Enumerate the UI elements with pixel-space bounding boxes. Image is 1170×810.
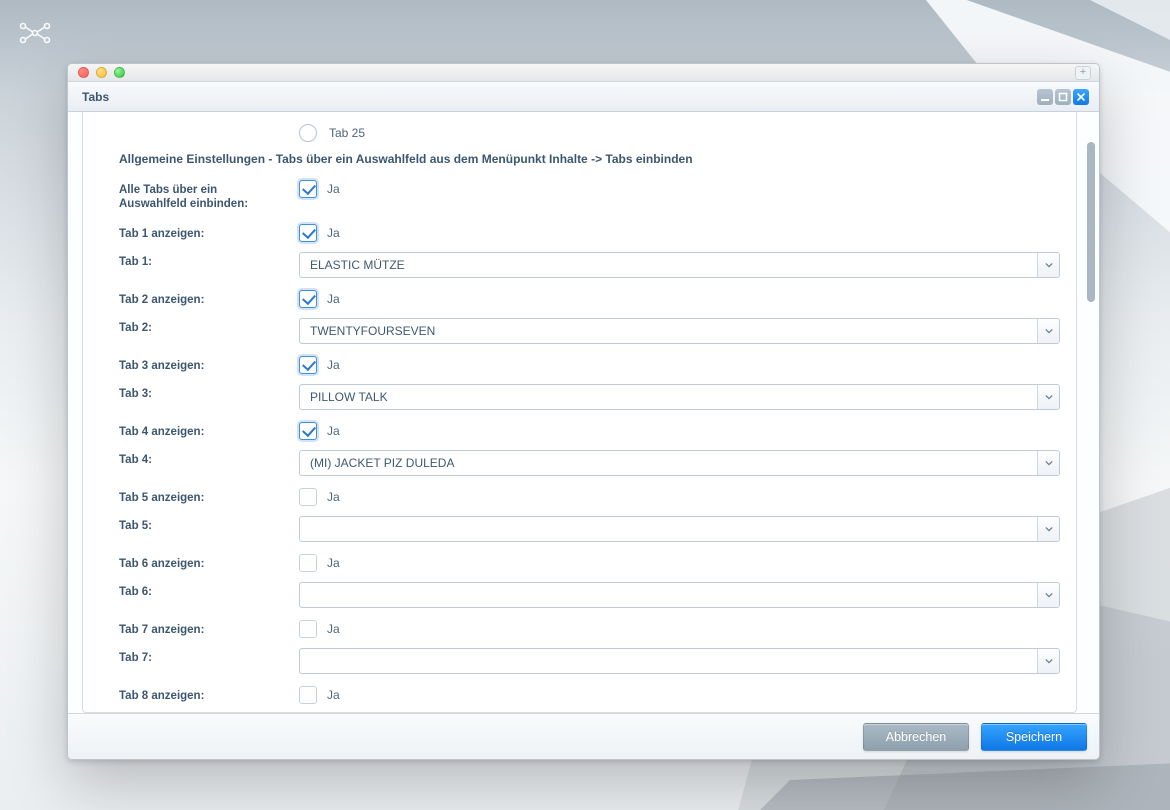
cancel-button-label: Abbrechen <box>886 730 946 744</box>
row-tab-2-show: Tab 2 anzeigen: Ja <box>119 290 1060 308</box>
tab-1-yes: Ja <box>327 226 340 240</box>
chevron-down-icon <box>1037 385 1059 409</box>
tab-6-combobox[interactable] <box>299 582 1060 608</box>
tab-7-show-checkbox[interactable] <box>299 620 317 638</box>
close-window-button[interactable] <box>78 67 89 78</box>
tab-6-show-label: Tab 6 anzeigen: <box>119 554 287 571</box>
row-tab-4-show: Tab 4 anzeigen: Ja <box>119 422 1060 440</box>
chevron-down-icon <box>1037 253 1059 277</box>
section-title: Allgemeine Einstellungen - Tabs über ein… <box>119 152 1060 166</box>
tab-2-select-label: Tab 2: <box>119 318 287 335</box>
tab-1-show-checkbox[interactable] <box>299 224 317 242</box>
row-tab-2-select: Tab 2: TWENTYFOURSEVEN <box>119 318 1060 344</box>
row-tab-6-select: Tab 6: <box>119 582 1060 608</box>
zoom-window-button[interactable] <box>114 67 125 78</box>
tab-5-yes: Ja <box>327 490 340 504</box>
traffic-lights <box>78 67 125 78</box>
radio-tab-25-label: Tab 25 <box>329 126 365 140</box>
tab-3-show-label: Tab 3 anzeigen: <box>119 356 287 373</box>
tab-8-yes: Ja <box>327 688 340 702</box>
save-button-label: Speichern <box>1006 730 1062 744</box>
tab-3-selected-value: PILLOW TALK <box>300 390 1037 404</box>
tab-3-select-label: Tab 3: <box>119 384 287 401</box>
window-toolbar: Tabs <box>68 82 1099 112</box>
tab-2-yes: Ja <box>327 292 340 306</box>
tab-5-combobox[interactable] <box>299 516 1060 542</box>
all-tabs-yes: Ja <box>327 182 340 196</box>
panel-close-button[interactable] <box>1073 89 1089 105</box>
panel-maximize-button[interactable] <box>1055 89 1071 105</box>
tab-2-show-checkbox[interactable] <box>299 290 317 308</box>
window-title: Tabs <box>82 90 109 104</box>
scrollbar-thumb[interactable] <box>1087 142 1095 302</box>
tab-1-show-label: Tab 1 anzeigen: <box>119 224 287 241</box>
add-tab-button[interactable]: + <box>1075 66 1091 80</box>
row-tab-3-show: Tab 3 anzeigen: Ja <box>119 356 1060 374</box>
row-tab-1-select: Tab 1: ELASTIC MÜTZE <box>119 252 1060 278</box>
chevron-down-icon <box>1037 583 1059 607</box>
dialog-footer: Abbrechen Speichern <box>68 713 1099 759</box>
row-tab-5-show: Tab 5 anzeigen: Ja <box>119 488 1060 506</box>
radio-tab-25-row: Tab 25 <box>299 124 1060 142</box>
row-tab-8-show: Tab 8 anzeigen: Ja <box>119 686 1060 704</box>
panel-minimize-button[interactable] <box>1037 89 1053 105</box>
chevron-down-icon <box>1037 451 1059 475</box>
tab-5-show-checkbox[interactable] <box>299 488 317 506</box>
tab-4-yes: Ja <box>327 424 340 438</box>
chevron-down-icon <box>1037 517 1059 541</box>
tab-4-select-label: Tab 4: <box>119 450 287 467</box>
tab-7-combobox[interactable] <box>299 648 1060 674</box>
window-content: Tab 25 Allgemeine Einstellungen - Tabs ü… <box>68 112 1099 713</box>
tab-2-show-label: Tab 2 anzeigen: <box>119 290 287 307</box>
tab-7-yes: Ja <box>327 622 340 636</box>
row-tab-6-show: Tab 6 anzeigen: Ja <box>119 554 1060 572</box>
chevron-down-icon <box>1037 319 1059 343</box>
all-tabs-checkbox[interactable] <box>299 180 317 198</box>
row-tab-1-show: Tab 1 anzeigen: Ja <box>119 224 1060 242</box>
tab-7-show-label: Tab 7 anzeigen: <box>119 620 287 637</box>
tab-2-combobox[interactable]: TWENTYFOURSEVEN <box>299 318 1060 344</box>
window-controls <box>1037 89 1089 105</box>
minimize-window-button[interactable] <box>96 67 107 78</box>
tab-4-selected-value: (MI) JACKET PIZ DULEDA <box>300 456 1037 470</box>
chevron-down-icon <box>1037 649 1059 673</box>
form-panel: Tab 25 Allgemeine Einstellungen - Tabs ü… <box>82 112 1077 713</box>
macos-titlebar: + <box>68 64 1099 82</box>
vertical-scrollbar[interactable] <box>1087 122 1095 703</box>
tab-4-combobox[interactable]: (MI) JACKET PIZ DULEDA <box>299 450 1060 476</box>
tab-4-show-checkbox[interactable] <box>299 422 317 440</box>
save-button[interactable]: Speichern <box>981 723 1087 751</box>
tab-1-select-label: Tab 1: <box>119 252 287 269</box>
tab-7-select-label: Tab 7: <box>119 648 287 665</box>
tab-6-show-checkbox[interactable] <box>299 554 317 572</box>
tab-3-combobox[interactable]: PILLOW TALK <box>299 384 1060 410</box>
row-tab-7-show: Tab 7 anzeigen: Ja <box>119 620 1060 638</box>
tab-5-show-label: Tab 5 anzeigen: <box>119 488 287 505</box>
dialog-window: + Tabs Tab 25 Allgemein <box>67 63 1100 760</box>
cancel-button[interactable]: Abbrechen <box>863 723 969 751</box>
radio-tab-25[interactable] <box>299 124 317 142</box>
row-tab-7-select: Tab 7: <box>119 648 1060 674</box>
tab-3-yes: Ja <box>327 358 340 372</box>
row-tab-4-select: Tab 4: (MI) JACKET PIZ DULEDA <box>119 450 1060 476</box>
tab-3-show-checkbox[interactable] <box>299 356 317 374</box>
tab-1-selected-value: ELASTIC MÜTZE <box>300 258 1037 272</box>
tab-6-yes: Ja <box>327 556 340 570</box>
tab-5-select-label: Tab 5: <box>119 516 287 533</box>
tab-4-show-label: Tab 4 anzeigen: <box>119 422 287 439</box>
row-tab-5-select: Tab 5: <box>119 516 1060 542</box>
row-all-tabs: Alle Tabs über ein Auswahlfeld einbinden… <box>119 180 1060 212</box>
tab-8-show-label: Tab 8 anzeigen: <box>119 686 287 703</box>
tab-2-selected-value: TWENTYFOURSEVEN <box>300 324 1037 338</box>
all-tabs-label: Alle Tabs über ein Auswahlfeld einbinden… <box>119 180 287 212</box>
tab-8-show-checkbox[interactable] <box>299 686 317 704</box>
app-logo <box>18 22 52 47</box>
tab-6-select-label: Tab 6: <box>119 582 287 599</box>
tab-1-combobox[interactable]: ELASTIC MÜTZE <box>299 252 1060 278</box>
row-tab-3-select: Tab 3: PILLOW TALK <box>119 384 1060 410</box>
